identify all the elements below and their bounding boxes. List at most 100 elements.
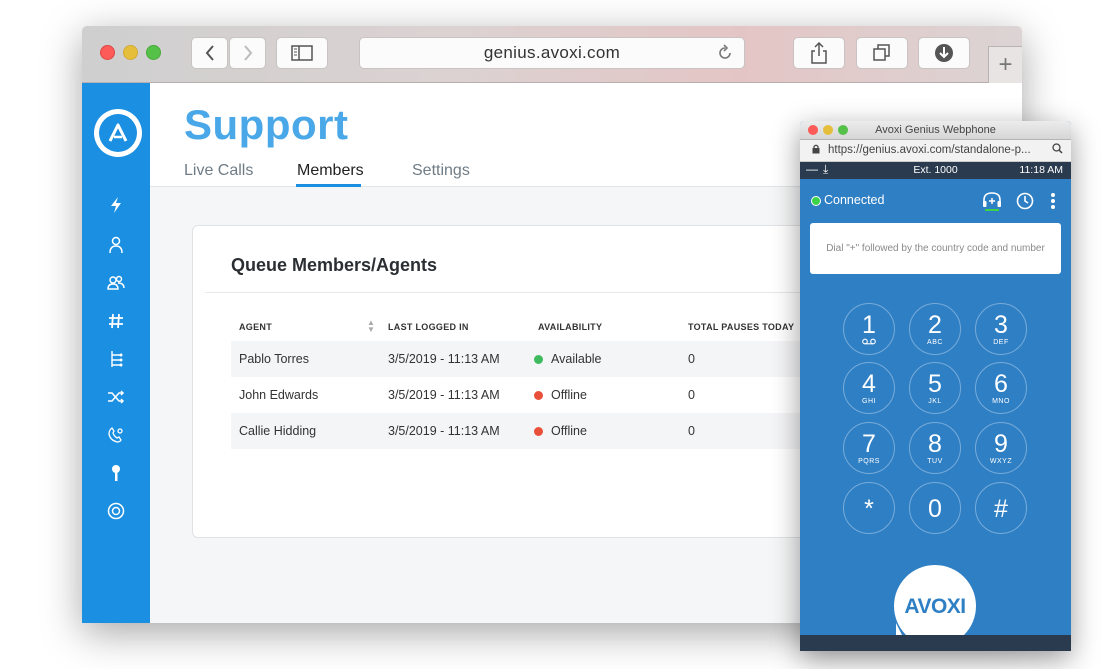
key-digit: 2 [928, 311, 942, 339]
sidebar-toggle-button[interactable] [276, 37, 328, 69]
total-pauses: 0 [688, 424, 695, 438]
chevron-left-icon [205, 45, 214, 61]
avoxi-a-icon [108, 123, 128, 142]
key-digit: 0 [928, 495, 942, 523]
avoxi-brand-text: AVOXI [904, 595, 966, 618]
tabs-overview-button[interactable] [856, 37, 908, 69]
availability-status: Offline [551, 388, 587, 402]
sort-icon[interactable]: ▲ ▼ [367, 319, 375, 334]
card-divider [205, 292, 833, 293]
key-letters: MNO [992, 398, 1010, 405]
column-header-last-logged-in[interactable]: LAST LOGGED IN [388, 322, 469, 332]
stage: genius.avoxi.com + Support Live Calls Me… [0, 0, 1113, 669]
last-logged-in: 3/5/2019 - 11:13 AM [388, 388, 500, 402]
key-digit: 1 [862, 311, 876, 339]
close-window-button[interactable] [100, 45, 115, 60]
minimize-window-button[interactable] [123, 45, 138, 60]
share-icon [811, 42, 827, 64]
dial-key-7[interactable]: 7 PQRS [843, 422, 895, 474]
lifebuoy-icon[interactable] [104, 499, 128, 523]
lightning-icon[interactable] [104, 193, 128, 217]
last-logged-in: 3/5/2019 - 11:13 AM [388, 352, 500, 366]
phone-status-bar: — ⤓ Ext. 1000 11:18 AM [800, 162, 1071, 179]
address-text: genius.avoxi.com [483, 43, 621, 62]
key-letters: JKL [928, 398, 942, 405]
key-icon[interactable] [104, 461, 128, 485]
tabs-icon [873, 44, 890, 61]
key-letters: TUV [927, 458, 943, 465]
table-row[interactable]: John Edwards 3/5/2019 - 11:13 AM Offline… [231, 377, 833, 413]
key-letters: PQRS [858, 458, 880, 465]
page-title: Support [184, 101, 349, 148]
total-pauses: 0 [688, 388, 695, 402]
dial-key-6[interactable]: 6 MNO [975, 362, 1027, 414]
agent-name: John Edwards [239, 388, 319, 402]
status-dot-offline [534, 427, 543, 436]
dial-key-1[interactable]: 1 [843, 303, 895, 355]
webphone-address-bar[interactable]: https://genius.avoxi.com/standalone-p... [800, 140, 1071, 162]
users-icon[interactable] [104, 271, 128, 295]
tree-icon[interactable] [104, 347, 128, 371]
dial-number-input[interactable] [810, 223, 1061, 274]
new-tab-button[interactable]: + [988, 46, 1022, 84]
active-tab-indicator [296, 184, 361, 187]
share-button[interactable] [793, 37, 845, 69]
dial-key-2[interactable]: 2 ABC [909, 303, 961, 355]
avoxi-logo[interactable] [94, 109, 142, 157]
address-bar[interactable]: genius.avoxi.com [359, 37, 745, 69]
tab-live-calls[interactable]: Live Calls [184, 162, 253, 180]
status-dot-available [534, 355, 543, 364]
key-digit: # [994, 495, 1008, 523]
history-clock-icon[interactable] [1014, 190, 1036, 212]
key-letters: WXYZ [989, 458, 1013, 465]
agent-name: Callie Hidding [239, 424, 317, 438]
hash-icon[interactable] [104, 309, 128, 333]
plus-icon: + [998, 51, 1013, 78]
connection-status-dot [811, 196, 821, 206]
clock-time: 11:18 AM [1019, 164, 1063, 176]
card-title: Queue Members/Agents [231, 255, 438, 275]
more-options-icon[interactable] [1042, 190, 1064, 212]
dial-key-9[interactable]: 9 WXYZ [975, 422, 1027, 474]
dial-key-5[interactable]: 5 JKL [909, 362, 961, 414]
webphone-titlebar: Avoxi Genius Webphone [800, 121, 1071, 140]
sidebar-icon [291, 45, 313, 61]
tab-settings[interactable]: Settings [412, 162, 470, 180]
zoom-window-button[interactable] [146, 45, 161, 60]
dial-key-4[interactable]: 4 GHI [843, 362, 895, 414]
agent-name: Pablo Torres [239, 352, 309, 366]
key-letters: GHI [862, 398, 876, 405]
dial-key-star[interactable]: * [843, 482, 895, 534]
headset-icon[interactable] [981, 190, 1003, 212]
connection-status: Connected [824, 193, 885, 207]
availability-status: Offline [551, 424, 587, 438]
queue-members-card: Queue Members/Agents AGENT ▲ ▼ LAST LOGGE… [192, 225, 833, 538]
logo-mark [99, 114, 137, 152]
forward-button[interactable] [229, 37, 266, 69]
webphone-window: Avoxi Genius Webphone https://genius.avo… [800, 121, 1071, 651]
reload-icon[interactable] [716, 44, 734, 67]
shuffle-icon[interactable] [104, 385, 128, 409]
key-digit: 7 [862, 430, 876, 458]
dial-key-0[interactable]: 0 [909, 482, 961, 534]
dial-key-3[interactable]: 3 DEF [975, 303, 1027, 355]
dial-key-8[interactable]: 8 TUV [909, 422, 961, 474]
column-header-total-pauses[interactable]: TOTAL PAUSES TODAY [688, 322, 794, 332]
webphone-footer [800, 635, 1071, 651]
search-icon[interactable] [1052, 143, 1063, 157]
back-button[interactable] [191, 37, 228, 69]
tab-members[interactable]: Members [297, 162, 364, 180]
user-icon[interactable] [104, 233, 128, 257]
column-header-availability[interactable]: AVAILABILITY [538, 322, 602, 332]
column-header-agent[interactable]: AGENT [239, 322, 272, 332]
key-digit: 6 [994, 370, 1008, 398]
table-row[interactable]: Pablo Torres 3/5/2019 - 11:13 AM Availab… [231, 341, 833, 377]
key-digit: 4 [862, 370, 876, 398]
app-sidebar [82, 83, 150, 623]
webphone-url: https://genius.avoxi.com/standalone-p... [828, 144, 1031, 156]
phone-settings-icon[interactable] [104, 423, 128, 447]
dial-key-hash[interactable]: # [975, 482, 1027, 534]
downloads-button[interactable] [918, 37, 970, 69]
key-digit: * [864, 495, 874, 523]
table-row[interactable]: Callie Hidding 3/5/2019 - 11:13 AM Offli… [231, 413, 833, 449]
